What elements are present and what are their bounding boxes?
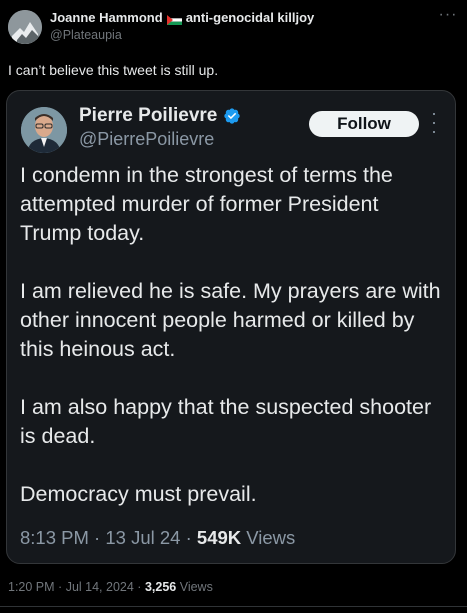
quoted-author-handle[interactable]: @PierrePoilievre — [79, 129, 214, 150]
separator: · — [137, 580, 142, 594]
quoted-time[interactable]: 8:13 PM — [20, 527, 89, 548]
quoted-author-name[interactable]: Pierre Poilievre — [79, 105, 217, 127]
quoted-tweet-card[interactable]: Pierre Poilievre @PierrePoilievre Follow… — [6, 90, 456, 564]
tweet-header: Joanne Hammond anti-genocidal killjoy @P… — [8, 7, 459, 48]
author-handle[interactable]: @Plateaupia — [50, 28, 314, 42]
vertical-more-icon[interactable]: · · · — [427, 104, 441, 140]
tweet-text: I can’t believe this tweet is still up. — [8, 62, 219, 78]
author-name-suffix[interactable]: anti-genocidal killjoy — [186, 10, 315, 25]
divider — [0, 606, 467, 607]
quoted-avatar-image — [21, 107, 67, 153]
follow-button[interactable]: Follow — [309, 111, 419, 137]
avatar[interactable] — [8, 10, 42, 44]
quoted-tweet-text: I condemn in the strongest of terms the … — [20, 161, 445, 538]
quoted-views-label: Views — [246, 527, 296, 548]
tweet-date[interactable]: Jul 14, 2024 — [66, 580, 134, 594]
more-options-icon[interactable]: ··· — [437, 7, 459, 26]
verified-badge-icon — [223, 107, 241, 125]
author-name[interactable]: Joanne Hammond — [50, 10, 163, 25]
palestine-flag-icon — [166, 13, 182, 25]
separator: · — [58, 580, 63, 594]
tweet-views-label: Views — [179, 580, 213, 594]
quoted-paragraph: I am also happy that the suspected shoot… — [20, 395, 432, 448]
tweet-meta: 1:20 PM · Jul 14, 2024 · 3,256 Views — [8, 580, 213, 594]
tweet-views-count: 3,256 — [144, 580, 177, 594]
quoted-tweet-meta: 8:13 PM · 13 Jul 24 · 549K Views — [20, 527, 295, 549]
quoted-paragraph: I condemn in the strongest of terms the … — [20, 163, 393, 245]
quoted-paragraph: Democracy must prevail. — [20, 482, 257, 506]
separator: · — [185, 527, 192, 548]
quoted-date[interactable]: 13 Jul 24 — [105, 527, 180, 548]
quoted-views-count: 549K — [196, 527, 242, 548]
quoted-paragraph: I am relieved he is safe. My prayers are… — [20, 279, 441, 361]
separator: · — [94, 527, 101, 548]
avatar-image — [8, 10, 42, 44]
tweet-time[interactable]: 1:20 PM — [8, 580, 55, 594]
quoted-avatar[interactable] — [21, 107, 67, 153]
